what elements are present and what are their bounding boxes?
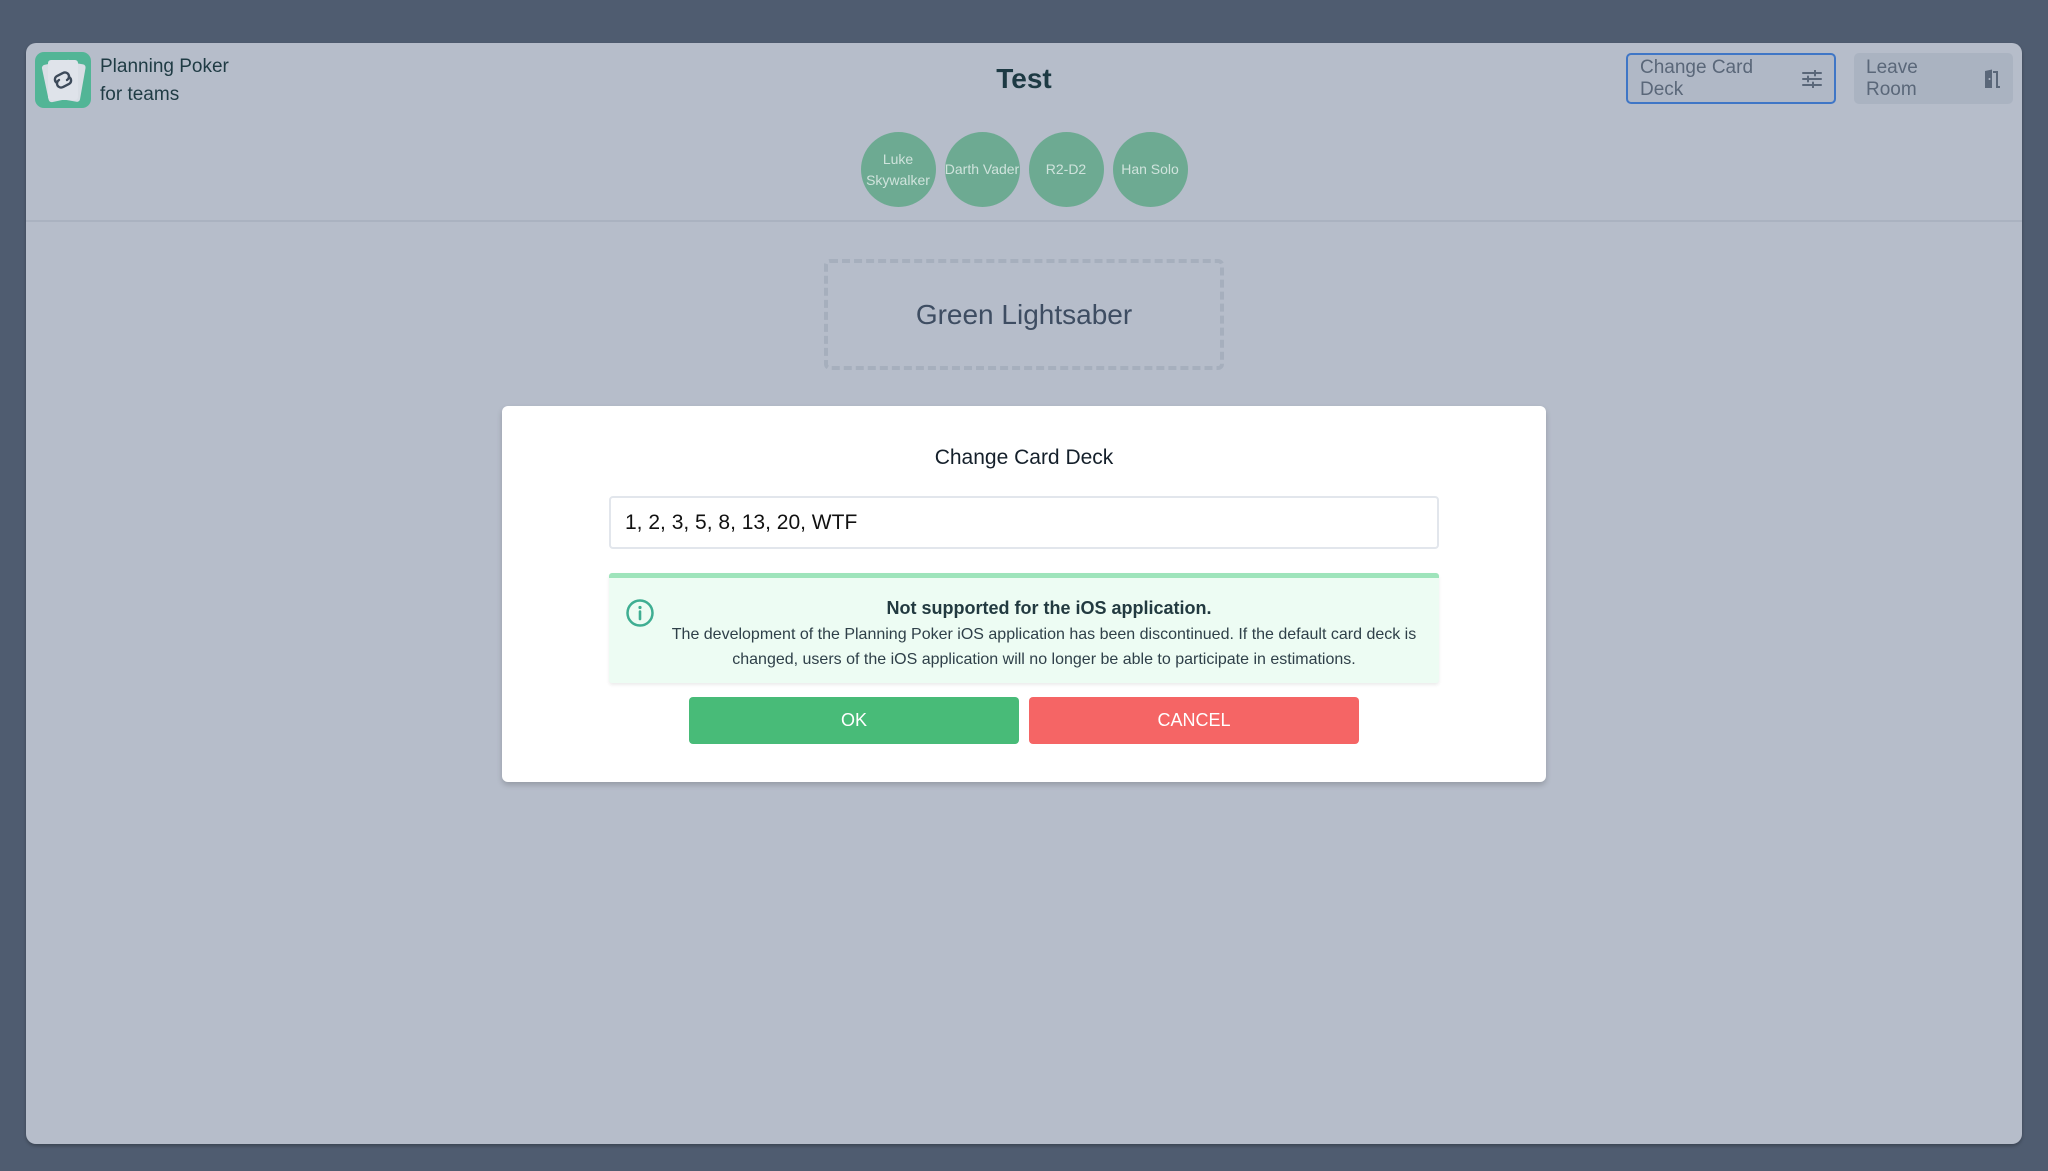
card-deck-input[interactable]: [609, 496, 1439, 549]
leave-room-button[interactable]: Leave Room: [1854, 53, 2013, 104]
sliders-icon: [1802, 69, 1822, 88]
selected-card[interactable]: Green Lightsaber: [824, 259, 1224, 370]
player-avatar: R2-D2: [1028, 132, 1104, 207]
change-card-deck-dialog: Change Card Deck Not supported for the i…: [502, 406, 1546, 782]
player-avatar: Luke Skywalker: [860, 132, 936, 207]
selected-card-label: Green Lightsaber: [915, 298, 1133, 330]
header-divider: [26, 220, 2022, 222]
player-avatar: Darth Vader: [944, 132, 1020, 207]
player-list: Luke Skywalker Darth Vader R2-D2 Han Sol…: [26, 132, 2022, 207]
alert-body: The development of the Planning Poker iO…: [671, 626, 1417, 668]
player-name: Luke Skywalker: [866, 150, 930, 188]
player-name: R2-D2: [1045, 161, 1087, 177]
dialog-title: Change Card Deck: [934, 446, 1114, 469]
leave-room-label: Leave Room: [1866, 56, 1918, 100]
info-icon: [625, 598, 655, 633]
cancel-button[interactable]: CANCEL: [1029, 697, 1359, 744]
door-exit-icon: [1979, 69, 2001, 89]
ios-warning-alert: Not supported for the iOS application. T…: [609, 573, 1439, 683]
player-avatar: Han Solo: [1112, 132, 1188, 207]
player-name: Han Solo: [1121, 161, 1179, 177]
player-name: Darth Vader: [944, 161, 1020, 177]
change-card-deck-label: Change Card Deck: [1640, 56, 1754, 100]
alert-title: Not supported for the iOS application.: [886, 598, 1212, 618]
ok-button[interactable]: OK: [689, 697, 1019, 744]
change-card-deck-button[interactable]: Change Card Deck: [1626, 53, 1836, 104]
